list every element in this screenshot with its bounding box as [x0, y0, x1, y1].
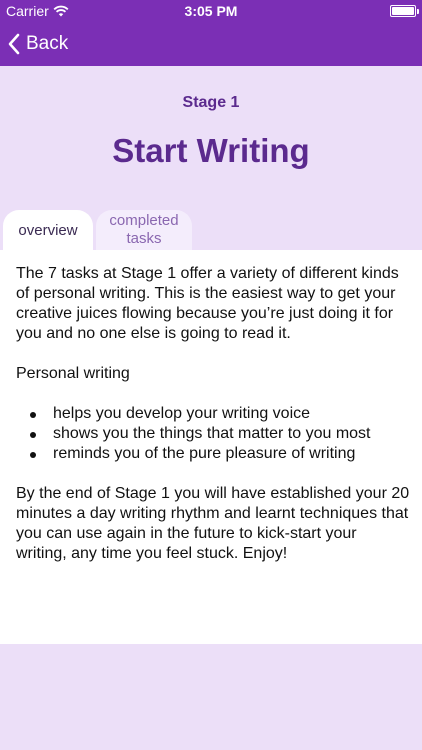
- overview-content: The 7 tasks at Stage 1 offer a variety o…: [0, 250, 422, 644]
- list-item: helps you develop your writing voice: [16, 404, 410, 424]
- page-title: Start Writing: [112, 132, 310, 169]
- stage-header: Stage 1 Start Writing: [0, 66, 422, 210]
- subheading: Personal writing: [16, 365, 130, 382]
- closing-paragraph: By the end of Stage 1 you will have esta…: [16, 485, 410, 562]
- battery-icon: [390, 5, 419, 17]
- intro-paragraph: The 7 tasks at Stage 1 offer a variety o…: [16, 265, 399, 342]
- list-item: reminds you of the pure pleasure of writ…: [16, 444, 410, 464]
- status-time: 3:05 PM: [184, 3, 238, 19]
- benefits-list: helps you develop your writing voice sho…: [16, 404, 410, 464]
- tab-completed-tasks[interactable]: completed tasks: [96, 210, 192, 250]
- tab-overview[interactable]: overview: [3, 210, 93, 250]
- tab-bar: overview completed tasks: [0, 210, 422, 250]
- back-button[interactable]: Back: [8, 30, 68, 58]
- list-item: shows you the things that matter to you …: [16, 424, 410, 444]
- navigation-bar: Back: [0, 22, 422, 66]
- status-bar: Carrier 3:05 PM: [0, 0, 422, 22]
- back-label: Back: [26, 33, 69, 54]
- stage-label: Stage 1: [182, 94, 240, 111]
- chevron-left-icon: [8, 33, 20, 55]
- tab-completed-tasks-label: completed tasks: [109, 212, 179, 247]
